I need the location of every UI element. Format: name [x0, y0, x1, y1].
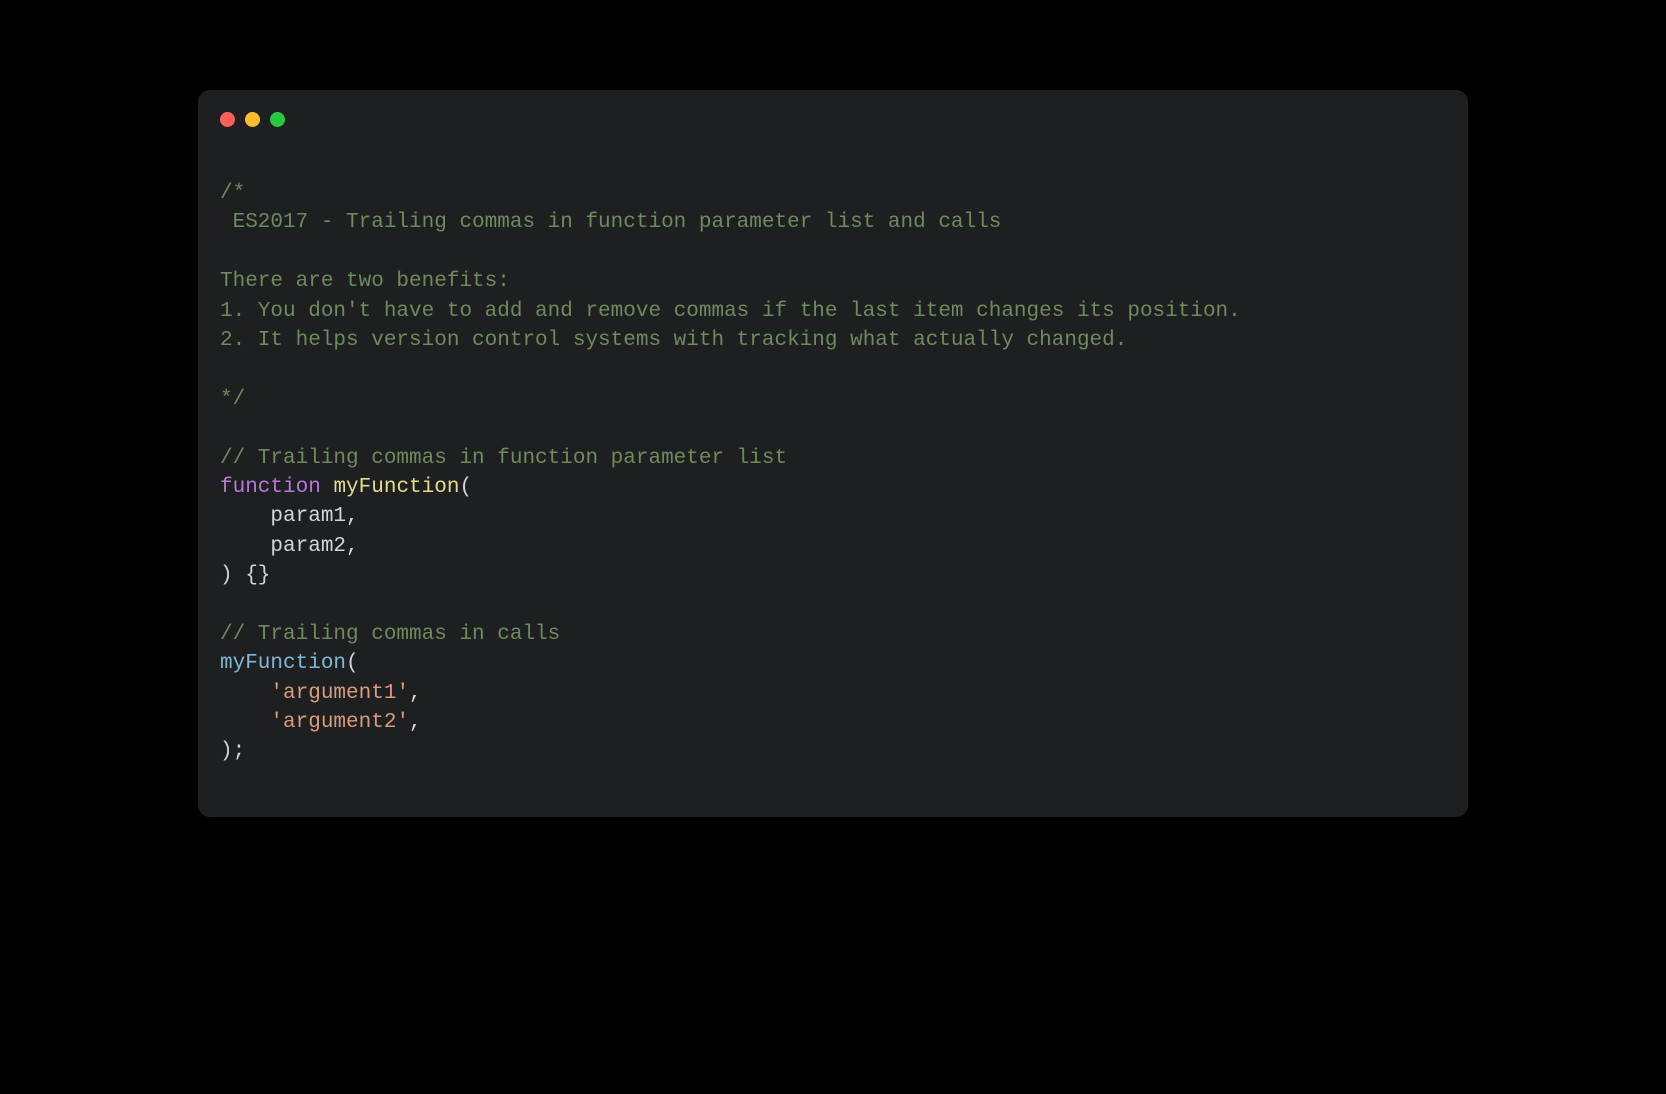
keyword-function: function: [220, 476, 321, 499]
indent: [220, 505, 270, 528]
open-paren: (: [346, 652, 359, 675]
comma: ,: [346, 505, 359, 528]
comment-line: There are two benefits:: [220, 270, 510, 293]
comment-close: */: [220, 388, 245, 411]
comment-line: 1. You don't have to add and remove comm…: [220, 300, 1241, 323]
line-comment: // Trailing commas in calls: [220, 623, 560, 646]
traffic-lights: [220, 112, 1446, 127]
space: [321, 476, 334, 499]
open-paren: (: [459, 476, 472, 499]
string-literal: 'argument1': [270, 682, 409, 705]
code-window: /* ES2017 - Trailing commas in function …: [198, 90, 1468, 817]
maximize-icon[interactable]: [270, 112, 285, 127]
close-call: );: [220, 740, 245, 763]
comma: ,: [409, 682, 422, 705]
comment-line: ES2017 - Trailing commas in function par…: [220, 211, 1001, 234]
param: param1: [270, 505, 346, 528]
line-comment: // Trailing commas in function parameter…: [220, 447, 787, 470]
param: param2: [270, 535, 346, 558]
close-icon[interactable]: [220, 112, 235, 127]
minimize-icon[interactable]: [245, 112, 260, 127]
comma: ,: [346, 535, 359, 558]
string-literal: 'argument2': [270, 711, 409, 734]
comment-open: /*: [220, 182, 245, 205]
code-editor: /* ES2017 - Trailing commas in function …: [220, 179, 1446, 767]
comment-line: 2. It helps version control systems with…: [220, 329, 1127, 352]
close-decl: ) {}: [220, 564, 270, 587]
indent: [220, 711, 270, 734]
indent: [220, 682, 270, 705]
indent: [220, 535, 270, 558]
function-call: myFunction: [220, 652, 346, 675]
comma: ,: [409, 711, 422, 734]
function-name: myFunction: [333, 476, 459, 499]
